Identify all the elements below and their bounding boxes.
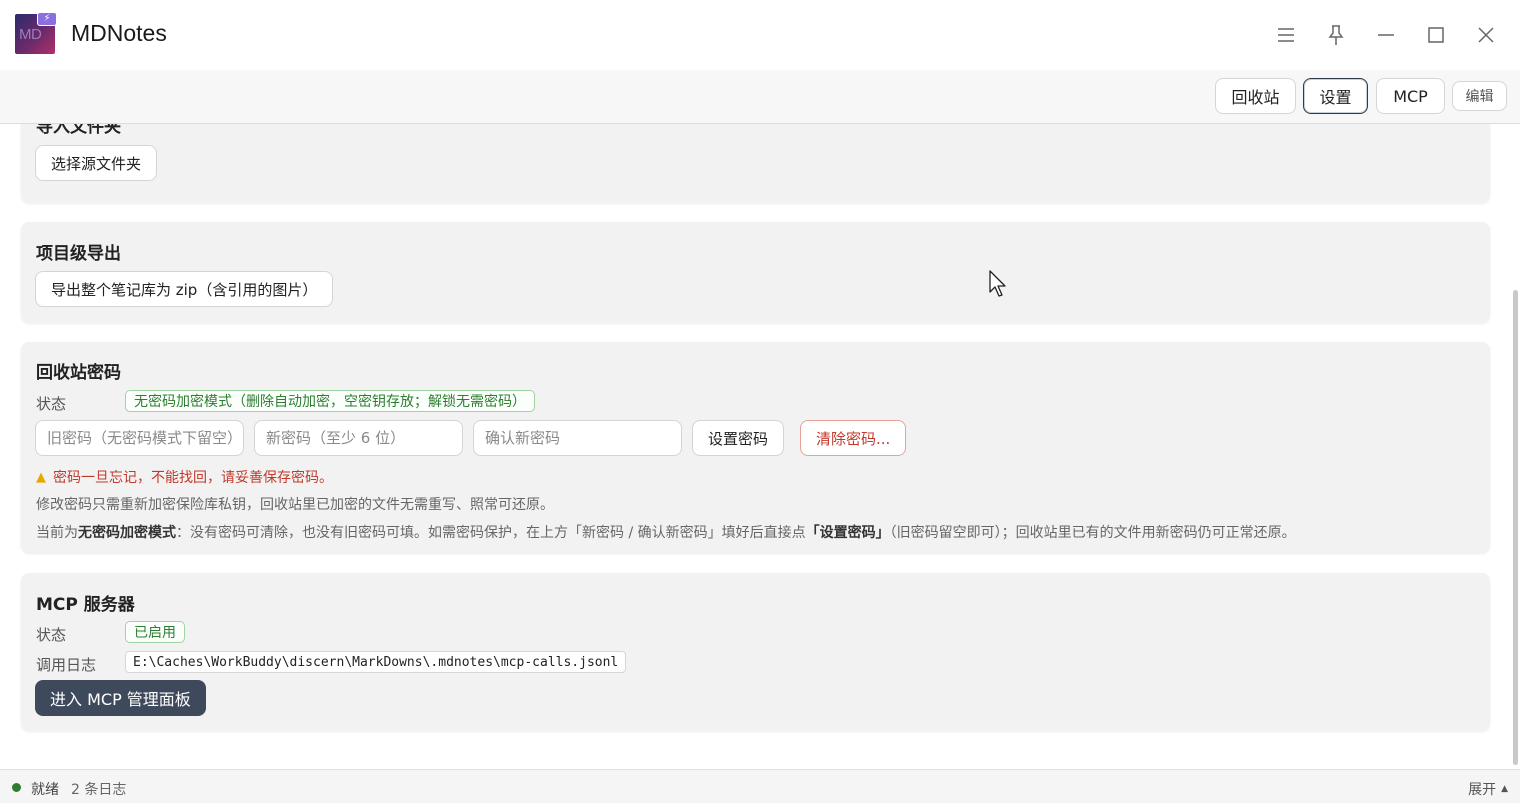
export-zip-button[interactable]: 导出整个笔记库为 zip（含引用的图片） xyxy=(35,271,334,307)
expand-label: 展开 xyxy=(1468,782,1497,798)
minimize-icon[interactable] xyxy=(1371,20,1401,50)
password-warning-text: 密码一旦忘记，不能找回，请妥善保存密码。 xyxy=(53,470,333,486)
app-logo-text: MD xyxy=(19,26,42,43)
mcp-button[interactable]: MCP xyxy=(1376,78,1445,114)
clear-password-button[interactable]: 清除密码... xyxy=(800,420,907,456)
settings-button[interactable]: 设置 xyxy=(1303,78,1368,114)
password-note-1: 修改密码只需重新加密保险库私钥，回收站里已加密的文件无需重写、照常可还原。 xyxy=(36,497,554,513)
menu-icon[interactable] xyxy=(1271,20,1301,50)
note2-bold-set: 「设置密码」 xyxy=(805,525,890,541)
mouse-cursor-icon xyxy=(989,270,1006,297)
mcp-card-title: MCP 服务器 xyxy=(36,595,135,615)
import-folder-card: 导入文件夹 选择源文件夹 xyxy=(21,124,1490,203)
pin-icon[interactable] xyxy=(1321,20,1351,50)
note2-prefix: 当前为 xyxy=(36,525,78,541)
status-bar: 就绪 2 条日志 展开 ▲ xyxy=(0,769,1520,803)
status-text: 就绪 xyxy=(31,782,59,798)
edit-button[interactable]: 编辑 xyxy=(1452,81,1507,111)
toolbar: 回收站 设置 MCP 编辑 xyxy=(0,70,1520,124)
content-scrollbar[interactable] xyxy=(1513,290,1518,765)
import-card-title: 导入文件夹 xyxy=(36,124,121,137)
caret-up-icon: ▲ xyxy=(1501,784,1508,794)
mcp-panel-button[interactable]: 进入 MCP 管理面板 xyxy=(35,680,206,716)
mcp-server-card: MCP 服务器 状态 已启用 调用日志 E:\Caches\WorkBuddy\… xyxy=(21,573,1490,731)
title-bar: MD ⚡ MDNotes xyxy=(0,0,1520,70)
mcp-log-label: 调用日志 xyxy=(36,656,97,674)
note2-suffix: （旧密码留空即可）；回收站里已有的文件用新密码仍可正常还原。 xyxy=(889,525,1296,541)
log-count[interactable]: 2 条日志 xyxy=(71,779,126,799)
app-title: MDNotes xyxy=(71,20,167,46)
note2-middle: ：没有密码可清除，也没有旧密码可填。如需密码保护，在上方「新密码 / 确认新密码… xyxy=(176,525,806,541)
export-card-title: 项目级导出 xyxy=(36,244,121,264)
status-indicator-icon xyxy=(12,783,21,792)
password-mode-badge: 无密码加密模式（删除自动加密，空密钥存放；解锁无需密码） xyxy=(125,390,535,412)
close-icon[interactable] xyxy=(1471,20,1501,50)
maximize-icon[interactable] xyxy=(1421,20,1451,50)
old-password-input[interactable] xyxy=(35,420,244,456)
recycle-password-card: 回收站密码 状态 无密码加密模式（删除自动加密，空密钥存放；解锁无需密码） 设置… xyxy=(21,342,1490,553)
warning-icon: ▲ xyxy=(36,469,46,485)
confirm-password-input[interactable] xyxy=(473,420,682,456)
recycle-password-title: 回收站密码 xyxy=(36,363,121,383)
app-logo: MD ⚡ xyxy=(15,12,57,54)
mcp-status-label: 状态 xyxy=(36,626,67,644)
status-label: 状态 xyxy=(36,395,67,413)
password-warning: ▲ 密码一旦忘记，不能找回，请妥善保存密码。 xyxy=(36,467,333,487)
note2-bold-mode: 无密码加密模式 xyxy=(78,525,176,541)
expand-button[interactable]: 展开 ▲ xyxy=(1468,779,1508,799)
settings-content: 导入文件夹 选择源文件夹 项目级导出 导出整个笔记库为 zip（含引用的图片） … xyxy=(0,124,1520,769)
new-password-input[interactable] xyxy=(254,420,463,456)
password-note-2: 当前为无密码加密模式：没有密码可清除，也没有旧密码可填。如需密码保护，在上方「新… xyxy=(36,522,1296,542)
mcp-status-badge: 已启用 xyxy=(125,621,185,643)
plugin-badge-icon: ⚡ xyxy=(37,12,57,26)
choose-source-folder-button[interactable]: 选择源文件夹 xyxy=(35,145,158,181)
mcp-log-path: E:\Caches\WorkBuddy\discern\MarkDowns\.m… xyxy=(125,651,627,673)
recycle-bin-button[interactable]: 回收站 xyxy=(1215,78,1296,114)
set-password-button[interactable]: 设置密码 xyxy=(692,420,785,456)
project-export-card: 项目级导出 导出整个笔记库为 zip（含引用的图片） xyxy=(21,222,1490,323)
